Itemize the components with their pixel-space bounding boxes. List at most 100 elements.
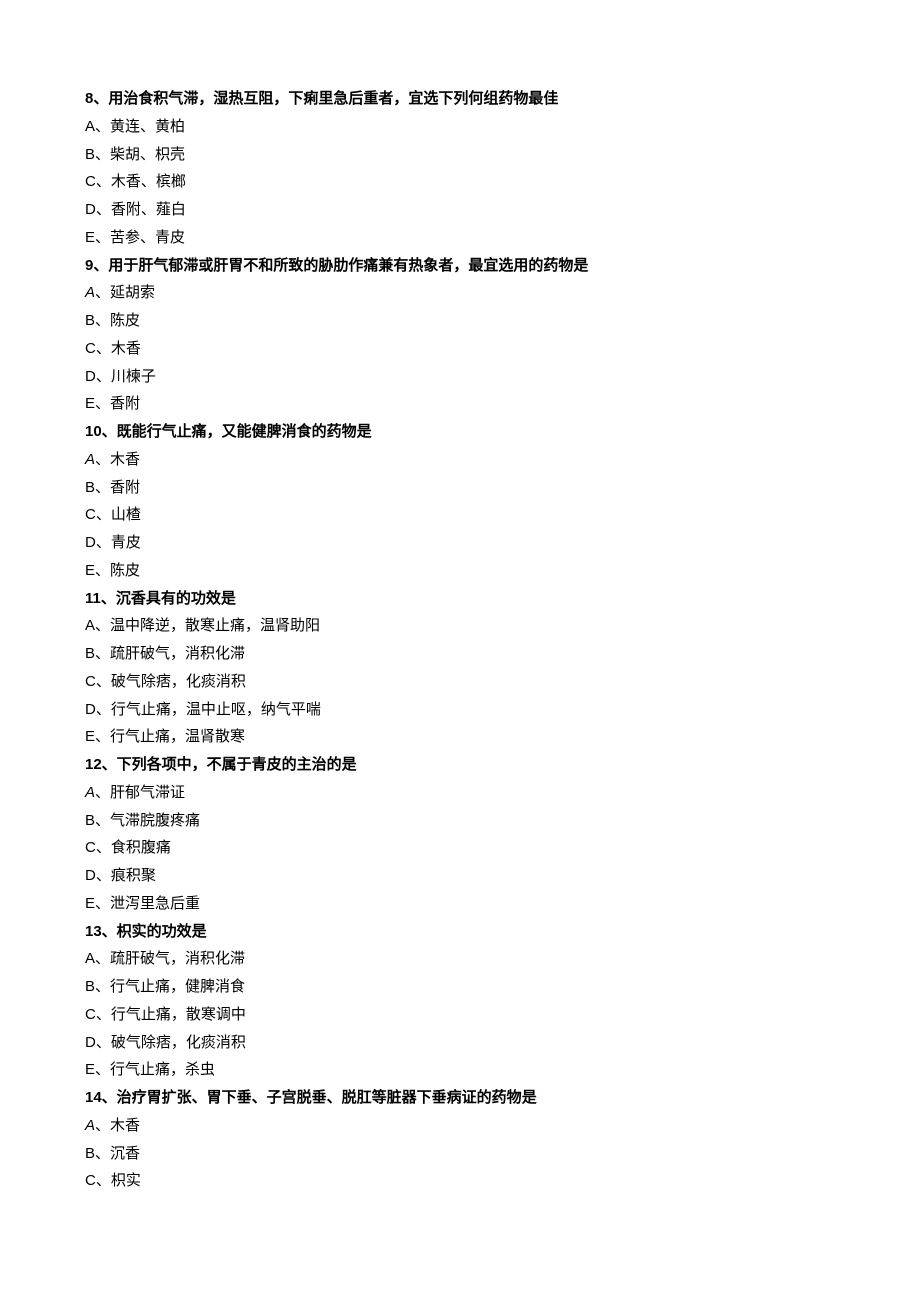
option-text: 青皮 — [111, 534, 141, 551]
option-text: 黄连、黄柏 — [110, 118, 185, 135]
question-stem: 8、用治食积气滞，湿热互阻，下痢里急后重者，宜选下列何组药物最佳 — [85, 85, 835, 113]
option-separator: 、 — [95, 118, 110, 135]
option-separator: 、 — [95, 812, 110, 829]
option-text: 川楝子 — [111, 368, 156, 385]
option-text: 陈皮 — [110, 312, 140, 329]
option-letter: B — [85, 1145, 95, 1162]
option-letter: C — [85, 173, 96, 190]
option-letter: B — [85, 645, 95, 662]
question-stem: 13、枳实的功效是 — [85, 918, 835, 946]
option-text: 行气止痛，健脾消食 — [110, 978, 245, 995]
option-separator: 、 — [96, 173, 111, 190]
question-option: C、山楂 — [85, 501, 835, 529]
question-option: E、行气止痛，杀虫 — [85, 1056, 835, 1084]
option-letter: C — [85, 839, 96, 856]
option-separator: 、 — [95, 645, 110, 662]
question-option: A、温中降逆，散寒止痛，温肾助阳 — [85, 612, 835, 640]
option-separator: 、 — [95, 1117, 110, 1134]
option-text: 破气除痞，化痰消积 — [111, 1034, 246, 1051]
option-separator: 、 — [96, 1034, 111, 1051]
option-letter: C — [85, 673, 96, 690]
option-letter: E — [85, 562, 95, 579]
option-letter: D — [85, 534, 96, 551]
option-letter: C — [85, 1006, 96, 1023]
option-text: 泄泻里急后重 — [110, 895, 200, 912]
option-letter: D — [85, 368, 96, 385]
option-separator: 、 — [96, 839, 111, 856]
option-separator: 、 — [95, 978, 110, 995]
option-text: 香附、薤白 — [111, 201, 186, 218]
option-text: 柴胡、枳壳 — [110, 146, 185, 163]
option-text: 疏肝破气，消积化滞 — [110, 645, 245, 662]
option-text: 木香、槟榔 — [111, 173, 186, 190]
option-text: 行气止痛，温肾散寒 — [110, 728, 245, 745]
option-text: 沉香 — [110, 1145, 140, 1162]
option-letter: D — [85, 201, 96, 218]
question-stem: 11、沉香具有的功效是 — [85, 585, 835, 613]
question-option: C、行气止痛，散寒调中 — [85, 1001, 835, 1029]
option-separator: 、 — [95, 1145, 110, 1162]
option-separator: 、 — [95, 728, 110, 745]
option-letter: E — [85, 395, 95, 412]
option-letter: A — [85, 1117, 95, 1134]
option-text: 行气止痛，温中止呕，纳气平喘 — [111, 701, 321, 718]
question-option: C、食积腹痛 — [85, 834, 835, 862]
option-separator: 、 — [95, 146, 110, 163]
option-text: 枳实 — [111, 1172, 141, 1189]
question-option: C、破气除痞，化痰消积 — [85, 668, 835, 696]
question-option: B、香附 — [85, 474, 835, 502]
option-letter: A — [85, 950, 95, 967]
question-option: C、木香、槟榔 — [85, 168, 835, 196]
option-text: 延胡索 — [110, 284, 155, 301]
question-option: A、黄连、黄柏 — [85, 113, 835, 141]
question-option: A、疏肝破气，消积化滞 — [85, 945, 835, 973]
option-letter: C — [85, 506, 96, 523]
option-separator: 、 — [95, 895, 110, 912]
question-option: D、痕积聚 — [85, 862, 835, 890]
option-separator: 、 — [95, 479, 110, 496]
question-option: D、川楝子 — [85, 363, 835, 391]
option-text: 行气止痛，散寒调中 — [111, 1006, 246, 1023]
question-option: E、陈皮 — [85, 557, 835, 585]
option-letter: A — [85, 284, 95, 301]
option-text: 破气除痞，化痰消积 — [111, 673, 246, 690]
question-stem: 12、下列各项中，不属于青皮的主治的是 — [85, 751, 835, 779]
option-letter: A — [85, 784, 95, 801]
option-separator: 、 — [95, 284, 110, 301]
option-separator: 、 — [96, 534, 111, 551]
option-text: 木香 — [111, 340, 141, 357]
question-option: D、行气止痛，温中止呕，纳气平喘 — [85, 696, 835, 724]
option-separator: 、 — [95, 950, 110, 967]
question-option: B、气滞脘腹疼痛 — [85, 807, 835, 835]
question-option: C、枳实 — [85, 1167, 835, 1195]
question-option: D、香附、薤白 — [85, 196, 835, 224]
option-separator: 、 — [96, 701, 111, 718]
question-option: A、延胡索 — [85, 279, 835, 307]
question-option: E、泄泻里急后重 — [85, 890, 835, 918]
option-letter: A — [85, 617, 95, 634]
question-option: E、香附 — [85, 390, 835, 418]
option-text: 香附 — [110, 395, 140, 412]
option-separator: 、 — [96, 340, 111, 357]
option-text: 香附 — [110, 479, 140, 496]
option-letter: E — [85, 1061, 95, 1078]
option-text: 痕积聚 — [111, 867, 156, 884]
option-letter: B — [85, 146, 95, 163]
question-option: E、苦参、青皮 — [85, 224, 835, 252]
question-option: B、疏肝破气，消积化滞 — [85, 640, 835, 668]
option-separator: 、 — [95, 617, 110, 634]
option-separator: 、 — [96, 673, 111, 690]
option-letter: B — [85, 978, 95, 995]
option-letter: B — [85, 479, 95, 496]
question-option: D、青皮 — [85, 529, 835, 557]
option-separator: 、 — [95, 1061, 110, 1078]
option-text: 疏肝破气，消积化滞 — [110, 950, 245, 967]
option-letter: A — [85, 451, 95, 468]
option-separator: 、 — [95, 312, 110, 329]
option-letter: E — [85, 895, 95, 912]
option-separator: 、 — [96, 867, 111, 884]
option-text: 温中降逆，散寒止痛，温肾助阳 — [110, 617, 320, 634]
option-separator: 、 — [95, 451, 110, 468]
option-text: 食积腹痛 — [111, 839, 171, 856]
document-body: 8、用治食积气滞，湿热互阻，下痢里急后重者，宜选下列何组药物最佳A、黄连、黄柏B… — [85, 85, 835, 1195]
